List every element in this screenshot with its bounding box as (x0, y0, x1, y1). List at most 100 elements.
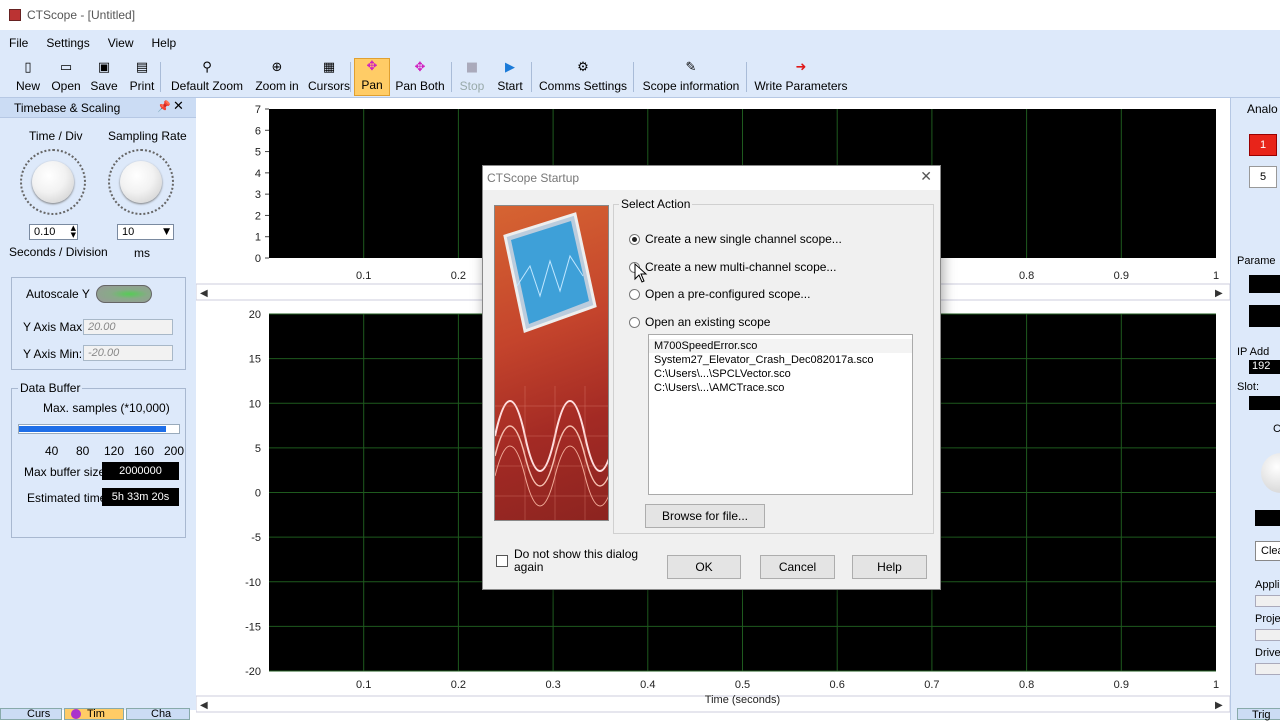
file-list-item[interactable]: M700SpeedError.sco (649, 339, 912, 353)
radio-option-label[interactable]: Create a new single channel scope... (645, 232, 842, 246)
radio-option-label[interactable]: Create a new multi-channel scope... (645, 260, 836, 274)
slot-field[interactable] (1249, 396, 1280, 410)
comms-settings-button[interactable]: ⚙ Comms Settings (536, 58, 630, 96)
max-buffer-label: Max buffer size: (24, 465, 109, 479)
ymin-field[interactable]: -20.00 (83, 345, 173, 361)
close-panel-icon[interactable]: ✕ (173, 99, 184, 114)
pan-both-button[interactable]: ✥ Pan Both (393, 58, 447, 96)
x-tick-label: 0.1 (356, 679, 371, 691)
file-list-item[interactable]: C:\Users\...\AMCTrace.sco (649, 381, 912, 395)
radio-option-1[interactable] (629, 234, 640, 245)
panel-header: Timebase & Scaling 📌 ✕ (0, 98, 196, 118)
toolbar-label: Scope information (642, 79, 740, 93)
scroll-left-icon: ◀ (200, 700, 208, 711)
x-tick-label: 0.6 (830, 679, 845, 691)
default-zoom-button[interactable]: ⚲ Default Zoom (166, 58, 248, 96)
save-button[interactable]: ▣ Save (87, 58, 121, 96)
close-icon[interactable]: ✕ (920, 169, 932, 185)
autoscale-toggle[interactable] (96, 285, 152, 303)
toolbar-label: Write Parameters (754, 79, 848, 93)
cancel-button[interactable]: Cancel (760, 555, 835, 579)
clear-button[interactable]: Clea (1255, 541, 1280, 561)
toolbar-separator (160, 62, 161, 92)
file-list-item[interactable]: System27_Elevator_Crash_Dec082017a.sco (649, 353, 912, 367)
drive-field[interactable] (1255, 663, 1280, 675)
right-knob[interactable] (1261, 453, 1280, 493)
menu-file[interactable]: File (0, 36, 37, 50)
time-div-knob[interactable] (32, 161, 74, 203)
pin-icon[interactable]: 📌 (157, 100, 171, 113)
y-tick-label: 3 (255, 189, 261, 201)
toolbar-label: Stop (459, 79, 485, 93)
channel-5-button[interactable]: 5 (1249, 166, 1277, 188)
time-div-spinner[interactable]: 0.10 ▲ ▼ (29, 224, 78, 240)
ip-value: 192 (1252, 360, 1271, 372)
print-icon: ▤ (135, 60, 149, 75)
sampling-rate-select[interactable]: 10 ▼ (117, 224, 174, 240)
max-samples-slider[interactable] (18, 424, 180, 434)
write-parameters-button[interactable]: ➜ Write Parameters (751, 58, 851, 96)
toolbar-label: Save (90, 79, 118, 93)
open-button[interactable]: ▭ Open (46, 58, 86, 96)
x-tick-label: 0.3 (545, 679, 560, 691)
new-button[interactable]: ▯ New (8, 58, 48, 96)
y-tick-label: -10 (245, 577, 261, 589)
y-tick-label: 0 (255, 488, 261, 500)
x-tick-label: 1 (1213, 270, 1219, 282)
toolbar-label: Default Zoom (170, 79, 244, 93)
toolbar-label: Start (497, 79, 523, 93)
right-panel: Analo 1 5 Parame IP Add 192 Slot: C Cle a… (1230, 98, 1280, 721)
channel-1-button[interactable]: 1 (1249, 134, 1277, 156)
y-tick-label: 7 (255, 104, 261, 116)
app-icon (9, 9, 21, 21)
scope-information-button[interactable]: ✎ Scope information (638, 58, 744, 96)
browse-button[interactable]: Browse for file... (645, 504, 765, 528)
param-field-2[interactable] (1249, 305, 1280, 327)
toolbar-separator (451, 62, 452, 92)
menu-view[interactable]: View (99, 36, 143, 50)
chevron-down-icon[interactable]: ▼ (163, 227, 170, 237)
zoom-in-button[interactable]: ⊕ Zoom in (252, 58, 302, 96)
tab-channels[interactable]: Cha (126, 708, 190, 720)
tab-trigger[interactable]: Trig (1237, 708, 1280, 721)
ymax-field[interactable]: 20.00 (83, 319, 173, 335)
tab-cursors[interactable]: Curs (0, 708, 62, 720)
recent-files-list[interactable]: M700SpeedError.sco System27_Elevator_Cras… (648, 334, 913, 495)
radio-option-label[interactable]: Open an existing scope (645, 315, 770, 329)
startup-image (494, 205, 609, 521)
ip-label: IP Add (1237, 346, 1270, 358)
dont-show-checkbox[interactable] (496, 555, 508, 567)
zoom-in-icon: ⊕ (271, 60, 283, 75)
project-field[interactable] (1255, 629, 1280, 641)
application-field[interactable] (1255, 595, 1280, 607)
x-tick-label: 0.9 (1114, 270, 1129, 282)
ok-button[interactable]: OK (667, 555, 741, 579)
radio-option-label[interactable]: Open a pre-configured scope... (645, 287, 810, 301)
time-div-value: 0.10 (34, 226, 56, 238)
spin-arrows-icon[interactable]: ▲ ▼ (71, 225, 76, 239)
sampling-rate-knob[interactable] (120, 161, 162, 203)
toolbar-separator (531, 62, 532, 92)
param-field[interactable] (1249, 275, 1280, 293)
toolbar-separator (746, 62, 747, 92)
stop-button[interactable]: ■ Stop (455, 58, 489, 96)
file-list-item[interactable]: C:\Users\...\SPCLVector.sco (649, 367, 912, 381)
toolbar-label: New (15, 79, 40, 93)
ip-field[interactable]: 192 (1249, 360, 1280, 374)
print-button[interactable]: ▤ Print (125, 58, 159, 96)
cursors-button[interactable]: ▦ Cursors (305, 58, 353, 96)
radio-option-3[interactable] (629, 289, 640, 300)
help-button[interactable]: Help (852, 555, 927, 579)
x-tick-label: 0.8 (1019, 679, 1034, 691)
right-field[interactable] (1255, 510, 1280, 526)
radio-option-4[interactable] (629, 317, 640, 328)
start-button[interactable]: ▶ Start (494, 58, 526, 96)
toolbar-label: Cursors (307, 79, 350, 93)
slider-fill (19, 426, 167, 432)
tab-timebase[interactable]: Tim (64, 708, 124, 720)
menu-help[interactable]: Help (143, 36, 186, 50)
max-buffer-field[interactable]: 2000000 (102, 462, 179, 480)
pan-button[interactable]: ✥ Pan (354, 58, 390, 96)
y-tick-label: 15 (249, 354, 261, 366)
menu-settings[interactable]: Settings (37, 36, 98, 50)
